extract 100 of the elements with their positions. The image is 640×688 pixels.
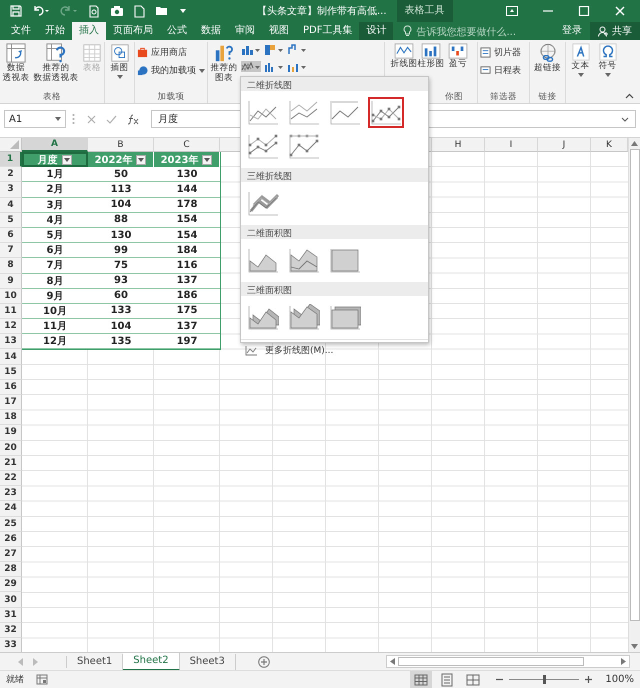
zoom-in-icon[interactable]	[585, 676, 592, 683]
tell-me-field[interactable]: 告诉我您想要做什么...	[412, 24, 550, 40]
row-header[interactable]: 19	[0, 425, 22, 441]
row-header[interactable]: 13	[0, 334, 22, 350]
expand-icon[interactable]	[621, 116, 629, 122]
confirm-icon[interactable]	[106, 114, 117, 124]
sparkline-line-button[interactable]: 折线图	[391, 42, 417, 71]
row-header[interactable]: 17	[0, 395, 22, 410]
store-button[interactable]: 应用商店	[135, 46, 189, 59]
view-button[interactable]	[410, 671, 432, 688]
row-header[interactable]: 29	[0, 577, 22, 592]
text-button[interactable]: 文本	[568, 42, 594, 78]
row-header[interactable]: 24	[0, 501, 22, 516]
row-header[interactable]: 21	[0, 456, 22, 471]
filter-button[interactable]	[136, 154, 146, 165]
name-box[interactable]: A1	[4, 110, 66, 128]
waterfall-chart-icon[interactable]	[287, 44, 307, 55]
row-header[interactable]: 1	[0, 152, 22, 168]
print-preview-icon[interactable]	[88, 4, 100, 18]
filter-button[interactable]	[202, 154, 212, 165]
hyperlink-button[interactable]: 超链接	[532, 42, 562, 75]
my-addins-button[interactable]: 我的加载项	[135, 64, 207, 77]
row-header[interactable]: 23	[0, 486, 22, 502]
row-header[interactable]: 25	[0, 516, 22, 532]
row-header[interactable]: 8	[0, 258, 22, 274]
horizontal-scrollbar[interactable]	[386, 655, 630, 668]
row-header[interactable]: 9	[0, 274, 22, 289]
save-icon[interactable]	[10, 5, 22, 17]
ribbon-tab[interactable]: 页面布局	[106, 22, 160, 40]
ribbon-tab[interactable]: 公式	[160, 22, 194, 40]
filter-button[interactable]	[62, 154, 72, 165]
row-header[interactable]: 30	[0, 592, 22, 608]
hierarchy-chart-icon[interactable]	[264, 44, 284, 55]
column-header[interactable]: C	[154, 138, 220, 152]
ribbon-tab[interactable]: 插入	[72, 22, 106, 40]
column-header[interactable]: H	[432, 138, 485, 152]
row-header[interactable]: 4	[0, 198, 22, 213]
row-header[interactable]: 12	[0, 319, 22, 334]
close-icon[interactable]	[614, 6, 626, 16]
ribbon-tab[interactable]: 数据	[194, 22, 228, 40]
win-loss-button[interactable]: 盈亏	[445, 42, 471, 71]
row-header[interactable]: 33	[0, 638, 22, 654]
slicer-button[interactable]: 切片器	[478, 46, 523, 59]
column-header[interactable]: B	[88, 138, 154, 152]
scroll-up-icon[interactable]	[631, 141, 638, 146]
bar-chart-icon[interactable]	[264, 61, 284, 72]
sheet-tab[interactable]: Sheet2	[123, 652, 180, 670]
row-header[interactable]: 16	[0, 380, 22, 395]
insert-function-icon[interactable]	[127, 114, 139, 124]
ribbon-tab[interactable]: 设计	[359, 22, 394, 40]
scrollbar-thumb[interactable]	[630, 149, 640, 621]
row-header[interactable]: 20	[0, 440, 22, 456]
row-header[interactable]: 28	[0, 562, 22, 578]
column-header[interactable]: J	[538, 138, 591, 152]
sign-in-link[interactable]: 登录	[562, 22, 582, 40]
row-header[interactable]: 7	[0, 243, 22, 258]
column-chart-icon[interactable]	[241, 44, 261, 55]
new-document-icon[interactable]	[134, 4, 145, 18]
row-header[interactable]: 5	[0, 212, 22, 228]
row-header[interactable]: 26	[0, 532, 22, 547]
undo-icon[interactable]	[32, 5, 50, 17]
ribbon-tab[interactable]: 开始	[38, 22, 72, 40]
row-header[interactable]: 31	[0, 608, 22, 623]
add-sheet-icon[interactable]	[258, 656, 270, 668]
vertical-scrollbar[interactable]	[628, 138, 640, 652]
row-header[interactable]: 27	[0, 546, 22, 562]
row-header[interactable]: 3	[0, 182, 22, 198]
row-header[interactable]: 18	[0, 410, 22, 426]
zoom-level[interactable]: 100%	[604, 674, 634, 685]
share-button[interactable]: 共享	[590, 22, 640, 40]
recommended-pivot-table-button[interactable]: 推荐的 数据透视表	[33, 42, 79, 85]
customize-caret-icon[interactable]	[179, 7, 187, 15]
zoom-slider-thumb[interactable]	[543, 675, 546, 684]
scrollbar-thumb[interactable]	[398, 657, 584, 666]
row-header[interactable]: 15	[0, 364, 22, 380]
combo-chart-icon[interactable]	[287, 61, 307, 72]
pivot-table-button[interactable]: 数据 透视表	[0, 42, 32, 85]
column-header[interactable]: I	[485, 138, 538, 152]
row-header[interactable]: 11	[0, 304, 22, 320]
row-header[interactable]: 2	[0, 167, 22, 182]
line-chart-icon[interactable]	[241, 61, 261, 72]
column-header[interactable]: K	[591, 138, 628, 152]
row-header[interactable]: 10	[0, 288, 22, 304]
scroll-right-icon[interactable]	[621, 658, 626, 665]
zoom-out-icon[interactable]	[496, 676, 503, 683]
chart-type-option[interactable]	[368, 97, 404, 128]
scroll-down-icon[interactable]	[631, 644, 638, 649]
row-header[interactable]: 22	[0, 470, 22, 486]
row-header[interactable]: 14	[0, 349, 22, 365]
ribbon-tab[interactable]: PDF工具集	[296, 22, 360, 40]
sparkline-column-button[interactable]: 柱形图	[418, 42, 444, 71]
collapse-ribbon-icon[interactable]	[625, 93, 634, 99]
row-header[interactable]: 32	[0, 622, 22, 638]
illustrations-button[interactable]: 插图	[106, 42, 132, 80]
symbol-button[interactable]: 符号	[594, 42, 620, 78]
scroll-left-icon[interactable]	[390, 658, 395, 665]
camera-icon[interactable]	[110, 5, 124, 17]
column-header[interactable]: A	[22, 138, 88, 152]
maximize-icon[interactable]	[578, 6, 590, 16]
more-line-charts-item[interactable]: 更多折线图(M)...	[241, 339, 428, 361]
